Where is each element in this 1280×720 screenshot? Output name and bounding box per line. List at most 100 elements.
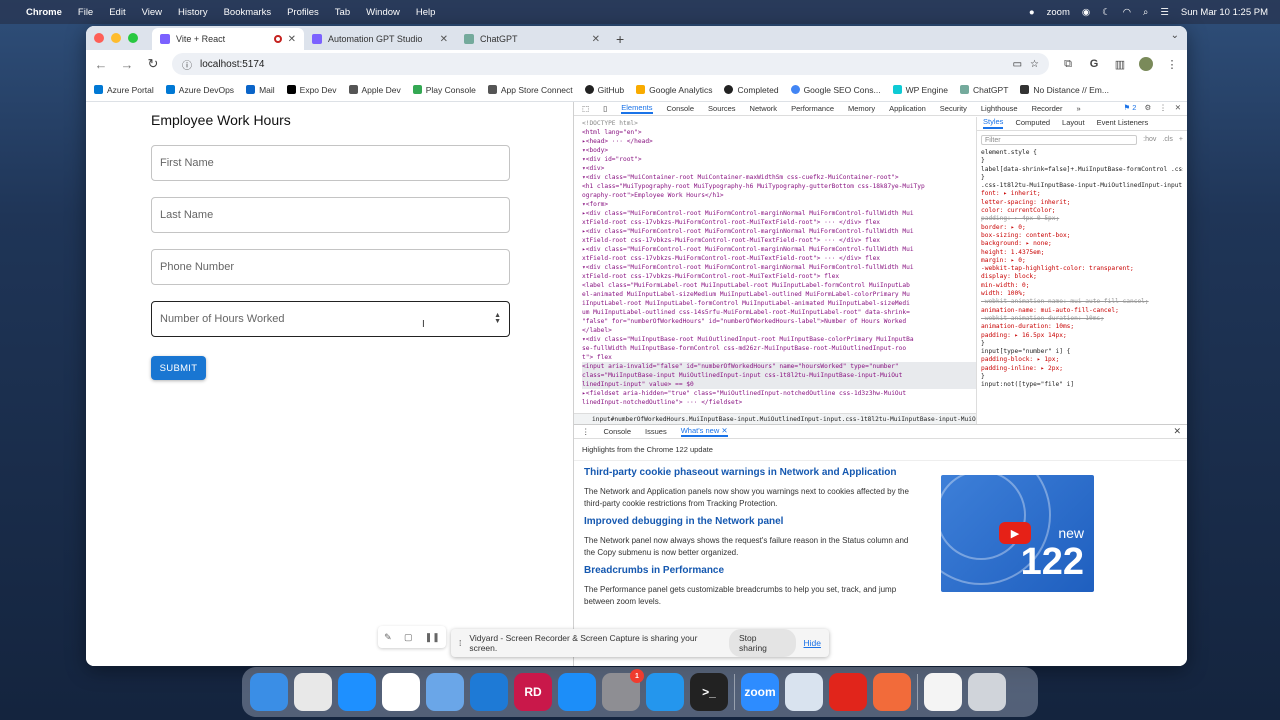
dock-pgadmin-icon[interactable]: [785, 673, 823, 711]
add-rule-icon[interactable]: +: [1179, 136, 1183, 144]
new-tab-button[interactable]: +: [608, 28, 632, 50]
menu-bookmarks[interactable]: Bookmarks: [224, 7, 272, 18]
menu-app-name[interactable]: Chrome: [26, 7, 62, 18]
style-rule-line[interactable]: color: currentColor;: [981, 207, 1183, 215]
zoom-status[interactable]: zoom: [1047, 7, 1070, 18]
issues-badge[interactable]: ⚑ 2: [1123, 103, 1136, 112]
dom-node-line[interactable]: iInputLabel-root MuiInputLabel-formContr…: [582, 299, 976, 308]
style-rule-line[interactable]: input[type="number" i] {: [981, 348, 1183, 356]
tab-search-chevron-icon[interactable]: ⌄: [1171, 30, 1179, 41]
stepper-down-icon[interactable]: ▼: [494, 318, 501, 325]
style-rule-line[interactable]: border: ▸ 0;: [981, 224, 1183, 232]
dom-node-line[interactable]: ▸<div class="MuiFormControl-root MuiForm…: [582, 227, 976, 236]
style-rule-line[interactable]: input:not([type="file" i]: [981, 381, 1183, 389]
close-tab-icon[interactable]: ✕: [288, 34, 296, 45]
style-rule-line[interactable]: height: 1.4375em;: [981, 249, 1183, 257]
datetime[interactable]: Sun Mar 10 1:25 PM: [1181, 7, 1268, 18]
dock-docker-icon[interactable]: [646, 673, 684, 711]
profile-avatar[interactable]: [1139, 57, 1153, 71]
screen-record-icon[interactable]: ◉: [1082, 7, 1090, 18]
style-rule-line[interactable]: animation-duration: 10ms;: [981, 323, 1183, 331]
style-rule-line[interactable]: label[data-shrink=false]+.MuiInputBase-f…: [981, 166, 1183, 174]
settings-gear-icon[interactable]: ⚙: [1144, 103, 1151, 112]
number-stepper[interactable]: ▲ ▼: [494, 312, 501, 325]
tab-lighthouse[interactable]: Lighthouse: [981, 104, 1018, 113]
dom-node-line[interactable]: linedInput-notchedOutline"> ··· </fields…: [582, 398, 976, 407]
dock-pen-tool-icon[interactable]: [873, 673, 911, 711]
dom-node-line[interactable]: ▾<div id="root">: [582, 155, 976, 164]
pen-icon[interactable]: ✎: [384, 632, 392, 643]
bookmark-no-distance[interactable]: No Distance // Em...: [1020, 85, 1109, 95]
dom-node-line[interactable]: um MuiInputLabel-outlined css-14s5rfu-Mu…: [582, 308, 976, 317]
dock-app-store-icon[interactable]: [558, 673, 596, 711]
dom-node-line[interactable]: <input aria-invalid="false" id="numberOf…: [582, 362, 976, 371]
submit-button[interactable]: SUBMIT: [151, 356, 206, 380]
menu-profiles[interactable]: Profiles: [287, 7, 319, 18]
style-rule-line[interactable]: animation-name: mui-auto-fill-cancel;: [981, 307, 1183, 315]
menu-tab[interactable]: Tab: [335, 7, 350, 18]
bookmark-google-seo[interactable]: Google SEO Cons...: [790, 85, 881, 95]
drawer-tab-console[interactable]: Console: [604, 427, 632, 436]
style-rule-line[interactable]: padding: ▸ 16.5px 14px;: [981, 332, 1183, 340]
close-drawer-icon[interactable]: ✕: [1173, 426, 1181, 437]
bookmark-google-analytics[interactable]: Google Analytics: [636, 85, 712, 95]
style-rule-line[interactable]: box-sizing: content-box;: [981, 232, 1183, 240]
style-rule-line[interactable]: width: 100%;: [981, 290, 1183, 298]
bookmark-app-store-connect[interactable]: App Store Connect: [487, 85, 573, 95]
tab-security[interactable]: Security: [940, 104, 967, 113]
style-rule-line[interactable]: element.style {: [981, 149, 1183, 157]
close-devtools-icon[interactable]: ✕: [1175, 103, 1181, 112]
whats-new-heading[interactable]: Improved debugging in the Network panel: [584, 516, 914, 527]
tab-vite-react[interactable]: Vite + React ✕: [152, 28, 304, 50]
camera-toggle-icon[interactable]: ▢: [404, 632, 413, 643]
tab-console[interactable]: Console: [667, 104, 695, 113]
bookmark-expo-dev[interactable]: Expo Dev: [286, 85, 337, 95]
close-tab-icon[interactable]: ✕: [592, 34, 600, 45]
dom-node-line[interactable]: <!DOCTYPE html>: [582, 119, 976, 128]
style-rule-line[interactable]: background: ▸ none;: [981, 240, 1183, 248]
dock-launchpad-icon[interactable]: [294, 673, 332, 711]
menu-view[interactable]: View: [142, 7, 162, 18]
dom-node-line[interactable]: ▾<div class="MuiContainer-root MuiContai…: [582, 173, 976, 182]
bookmark-play-console[interactable]: Play Console: [412, 85, 476, 95]
tab-layout[interactable]: Layout: [1062, 119, 1085, 128]
tab-chatgpt[interactable]: ChatGPT ✕: [456, 28, 608, 50]
drag-handle-icon[interactable]: ⁞: [459, 638, 461, 648]
tab-styles[interactable]: Styles: [983, 118, 1004, 129]
wifi-icon[interactable]: ◠: [1123, 7, 1131, 18]
close-window-button[interactable]: [94, 33, 104, 43]
tab-performance[interactable]: Performance: [791, 104, 834, 113]
microphone-icon[interactable]: ●: [1029, 7, 1035, 18]
dom-node-line[interactable]: se-fullWidth MuiInputBase-formControl cs…: [582, 344, 976, 353]
extensions-icon[interactable]: ⧉: [1061, 58, 1075, 71]
tab-application[interactable]: Application: [889, 104, 926, 113]
style-rule-line[interactable]: }: [981, 373, 1183, 381]
device-toolbar-icon[interactable]: ▯: [603, 104, 607, 113]
grammarly-icon[interactable]: G: [1087, 58, 1101, 70]
dom-node-line[interactable]: ▾<div>: [582, 164, 976, 173]
style-rule-line[interactable]: display: block;: [981, 273, 1183, 281]
dom-node-line[interactable]: ▸<div class="MuiFormControl-root MuiForm…: [582, 245, 976, 254]
cls-toggle[interactable]: .cls: [1162, 136, 1173, 144]
menu-history[interactable]: History: [178, 7, 208, 18]
dock-trash-icon[interactable]: [968, 673, 1006, 711]
reload-icon[interactable]: ↻: [146, 56, 160, 72]
menu-help[interactable]: Help: [416, 7, 436, 18]
style-rules[interactable]: element.style {} label[data-shrink=false]…: [977, 149, 1187, 390]
site-info-icon[interactable]: ⓘ: [182, 57, 192, 72]
dock-chrome-icon[interactable]: [382, 673, 420, 711]
style-rule-line[interactable]: padding-inline: ▸ 2px;: [981, 365, 1183, 373]
more-tabs-icon[interactable]: »: [1076, 104, 1080, 113]
phone-number-field[interactable]: Phone Number: [151, 249, 510, 285]
bookmark-completed[interactable]: Completed: [724, 85, 779, 95]
pause-icon[interactable]: ❚❚: [425, 632, 440, 643]
tab-recorder[interactable]: Recorder: [1032, 104, 1063, 113]
dom-node-line[interactable]: xtField-root css-17vbkzs-MuiFormControl-…: [582, 272, 976, 281]
more-menu-icon[interactable]: ⋮: [1159, 103, 1167, 112]
close-tab-icon[interactable]: ✕: [721, 426, 727, 435]
dom-node-line[interactable]: <h1 class="MuiTypography-root MuiTypogra…: [582, 182, 976, 191]
tab-event-listeners[interactable]: Event Listeners: [1097, 119, 1149, 128]
bookmark-wp-engine[interactable]: WP Engine: [892, 85, 948, 95]
tab-elements[interactable]: Elements: [621, 103, 653, 114]
dom-node-line[interactable]: xtField-root css-17vbkzs-MuiFormControl-…: [582, 254, 976, 263]
